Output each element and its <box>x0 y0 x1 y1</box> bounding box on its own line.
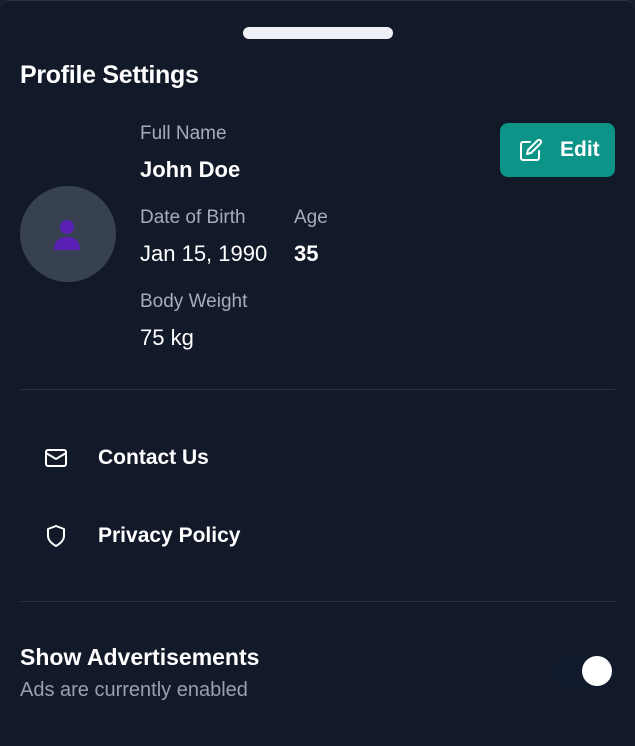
dob-label: Date of Birth <box>140 207 246 228</box>
edit-button[interactable]: Edit <box>500 123 615 177</box>
user-silhouette-icon <box>54 220 80 250</box>
full-name-label: Full Name <box>140 123 227 144</box>
age-label: Age <box>294 207 328 228</box>
shield-icon <box>47 525 65 547</box>
full-name-value: John Doe <box>140 157 241 182</box>
divider-top <box>20 389 615 390</box>
weight-label: Body Weight <box>140 291 248 312</box>
age-value: 35 <box>294 241 319 266</box>
menu-item-privacy-policy[interactable]: Privacy Policy <box>20 508 615 564</box>
page-title: Profile Settings <box>20 61 199 89</box>
menu-item-label: Contact Us <box>98 446 209 469</box>
divider-bottom <box>20 601 615 602</box>
edit-button-label: Edit <box>560 138 600 161</box>
avatar <box>20 186 116 282</box>
edit-icon <box>520 138 543 161</box>
drag-handle[interactable] <box>243 27 393 39</box>
menu-item-label: Privacy Policy <box>98 524 241 547</box>
toggle-knob <box>582 656 612 686</box>
ads-toggle[interactable] <box>552 653 614 689</box>
ads-setting-status: Ads are currently enabled <box>20 679 248 701</box>
profile-settings-sheet: Profile Settings Full Name John Doe Date… <box>0 0 635 746</box>
ads-setting-title: Show Advertisements <box>20 644 260 670</box>
menu-item-contact-us[interactable]: Contact Us <box>20 430 615 486</box>
weight-value: 75 kg <box>140 325 194 350</box>
dob-value: Jan 15, 1990 <box>140 241 268 266</box>
mail-icon <box>45 449 67 467</box>
